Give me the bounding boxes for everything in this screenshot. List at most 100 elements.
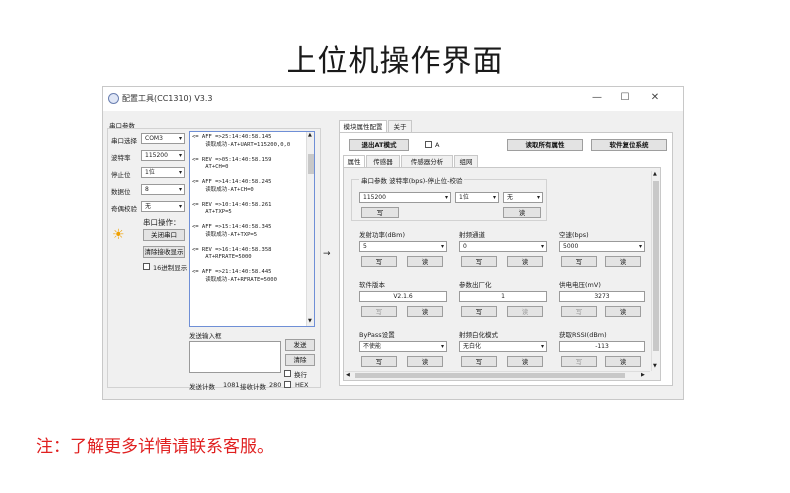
voltage-field: 3273 bbox=[559, 291, 645, 302]
properties-vscroll[interactable]: ▲ ▼ bbox=[651, 171, 660, 371]
bypass-write-button[interactable]: 写 bbox=[361, 356, 397, 367]
right-parity-value: 无 bbox=[507, 194, 514, 201]
rssi-write-button: 写 bbox=[561, 356, 597, 367]
log-lines: <= AFF =>25:14:40:58.145 读取成功-AT+UART=11… bbox=[192, 134, 290, 284]
log-scrollbar[interactable]: ▲ ▼ bbox=[306, 132, 314, 326]
bypass-select[interactable]: 不使能 ▾ bbox=[359, 341, 447, 352]
param-opt-field[interactable]: 1 bbox=[459, 291, 547, 302]
whitening-label: 射频白化模式 bbox=[459, 331, 498, 339]
tx-power-select[interactable]: 5 ▾ bbox=[359, 241, 447, 252]
send-input[interactable] bbox=[189, 341, 281, 373]
software-reset-button[interactable]: 软件复位系统 bbox=[591, 139, 667, 151]
subtab-properties[interactable]: 属性 bbox=[343, 155, 365, 167]
chevron-down-icon: ▾ bbox=[178, 203, 182, 210]
serial-read-button[interactable]: 读 bbox=[503, 207, 541, 218]
tab-module-config[interactable]: 模块属性配置 bbox=[339, 120, 387, 132]
tx-power-value: 5 bbox=[363, 243, 367, 250]
chevron-down-icon: ▾ bbox=[178, 169, 182, 176]
air-rate-read-button[interactable]: 读 bbox=[605, 256, 641, 267]
a-checkbox[interactable] bbox=[425, 141, 432, 148]
whitening-select[interactable]: 无白化 ▾ bbox=[459, 341, 547, 352]
whitening-read-button[interactable]: 读 bbox=[507, 356, 543, 367]
channel-select[interactable]: 0 ▾ bbox=[459, 241, 547, 252]
hex-display-checkbox[interactable] bbox=[143, 263, 150, 270]
parity-label: 奇偶校验 bbox=[111, 205, 137, 213]
exit-at-button[interactable]: 退出AT模式 bbox=[349, 139, 409, 151]
app-icon bbox=[108, 93, 119, 104]
log-scroll-thumb[interactable] bbox=[308, 154, 314, 174]
rssi-read-button[interactable]: 读 bbox=[605, 356, 641, 367]
receive-log[interactable]: <= AFF =>25:14:40:58.145 读取成功-AT+UART=11… bbox=[189, 131, 315, 327]
scroll-up-icon[interactable]: ▲ bbox=[653, 171, 657, 177]
hex-display-label: 16进制显示 bbox=[153, 264, 188, 272]
parity-select[interactable]: 无 ▾ bbox=[141, 201, 185, 212]
properties-scroll-thumb[interactable] bbox=[653, 181, 659, 351]
read-all-button[interactable]: 读取所有属性 bbox=[507, 139, 583, 151]
air-rate-write-button[interactable]: 写 bbox=[561, 256, 597, 267]
bypass-label: ByPass设置 bbox=[359, 331, 395, 339]
window-title: 配置工具(CC1310) V3.3 bbox=[122, 94, 213, 103]
air-rate-label: 空速(bps) bbox=[559, 231, 589, 239]
log-line: 读取成功-AT+CH=0 bbox=[192, 186, 254, 193]
param-opt-write-button[interactable]: 写 bbox=[461, 306, 497, 317]
a-label: A bbox=[435, 141, 440, 149]
channel-write-button[interactable]: 写 bbox=[461, 256, 497, 267]
log-line: <= AFF =>15:14:40:58.345 bbox=[192, 224, 272, 230]
voltage-write-button: 写 bbox=[561, 306, 597, 317]
chevron-down-icon: ▾ bbox=[540, 343, 544, 350]
serial-params-title: 串口参数 波特率(bps)-停止位-校验 bbox=[359, 175, 465, 185]
close-port-button[interactable]: 关闭串口 bbox=[143, 229, 185, 241]
subtab-sensor[interactable]: 传感器 bbox=[366, 155, 400, 167]
title-bar: 配置工具(CC1310) V3.3 — ☐ ✕ bbox=[103, 87, 683, 111]
chevron-down-icon: ▾ bbox=[492, 194, 496, 201]
subtab-network[interactable]: 组网 bbox=[454, 155, 478, 167]
tab-about[interactable]: 关于 bbox=[388, 120, 412, 132]
clear-receive-button[interactable]: 清除接收显示 bbox=[143, 246, 185, 258]
chevron-down-icon: ▾ bbox=[536, 194, 540, 201]
air-rate-select[interactable]: 5000 ▾ bbox=[559, 241, 645, 252]
arrow-right-icon: → bbox=[323, 249, 331, 259]
scroll-right-icon[interactable]: ▶ bbox=[641, 372, 645, 378]
scroll-down-icon[interactable]: ▼ bbox=[308, 318, 312, 324]
send-input-title: 发送输入框 bbox=[189, 332, 222, 340]
send-button[interactable]: 发送 bbox=[285, 339, 315, 351]
channel-label: 射频通道 bbox=[459, 231, 485, 239]
minimize-icon[interactable]: — bbox=[585, 90, 609, 106]
channel-read-button[interactable]: 读 bbox=[507, 256, 543, 267]
baud-select[interactable]: 115200 ▾ bbox=[141, 150, 185, 161]
tx-power-write-button[interactable]: 写 bbox=[361, 256, 397, 267]
version-read-button[interactable]: 读 bbox=[407, 306, 443, 317]
stopbit-value: 1位 bbox=[145, 169, 155, 176]
scroll-down-icon[interactable]: ▼ bbox=[653, 363, 657, 369]
serial-write-button[interactable]: 写 bbox=[361, 207, 399, 218]
right-stopbit-select[interactable]: 1位 ▾ bbox=[455, 192, 499, 203]
tx-power-read-button[interactable]: 读 bbox=[407, 256, 443, 267]
maximize-icon[interactable]: ☐ bbox=[613, 90, 637, 106]
close-icon[interactable]: ✕ bbox=[643, 90, 667, 106]
clear-send-button[interactable]: 清除 bbox=[285, 354, 315, 366]
properties-hscroll[interactable]: ◀ ▶ bbox=[345, 371, 650, 379]
chevron-down-icon: ▾ bbox=[440, 343, 444, 350]
log-line: <= AFF =>14:14:40:58.245 bbox=[192, 179, 272, 185]
whitening-write-button[interactable]: 写 bbox=[461, 356, 497, 367]
hex-send-checkbox[interactable] bbox=[284, 381, 291, 388]
subtab-sensor-analysis[interactable]: 传感器分析 bbox=[401, 155, 453, 167]
scroll-up-icon[interactable]: ▲ bbox=[308, 132, 312, 138]
log-line: AT+RFRATE=5000 bbox=[192, 254, 252, 260]
voltage-read-button[interactable]: 读 bbox=[605, 306, 641, 317]
stopbit-select[interactable]: 1位 ▾ bbox=[141, 167, 185, 178]
scroll-left-icon[interactable]: ◀ bbox=[346, 372, 350, 378]
log-line: <= REV =>10:14:40:58.261 bbox=[192, 201, 272, 208]
right-baud-select[interactable]: 115200 ▾ bbox=[359, 192, 451, 203]
param-opt-label: 参数出厂化 bbox=[459, 281, 492, 289]
bypass-read-button[interactable]: 读 bbox=[407, 356, 443, 367]
port-select[interactable]: COM3 ▾ bbox=[141, 133, 185, 144]
newline-checkbox[interactable] bbox=[284, 370, 291, 377]
databit-label: 数据位 bbox=[111, 188, 131, 196]
recv-count-label: 接收计数 bbox=[240, 383, 266, 391]
right-parity-select[interactable]: 无 ▾ bbox=[503, 192, 543, 203]
app-window: 配置工具(CC1310) V3.3 — ☐ ✕ 串口参数 串口选择 COM3 ▾ … bbox=[102, 86, 684, 400]
properties-hscroll-thumb[interactable] bbox=[355, 373, 625, 378]
databit-select[interactable]: 8 ▾ bbox=[141, 184, 185, 195]
